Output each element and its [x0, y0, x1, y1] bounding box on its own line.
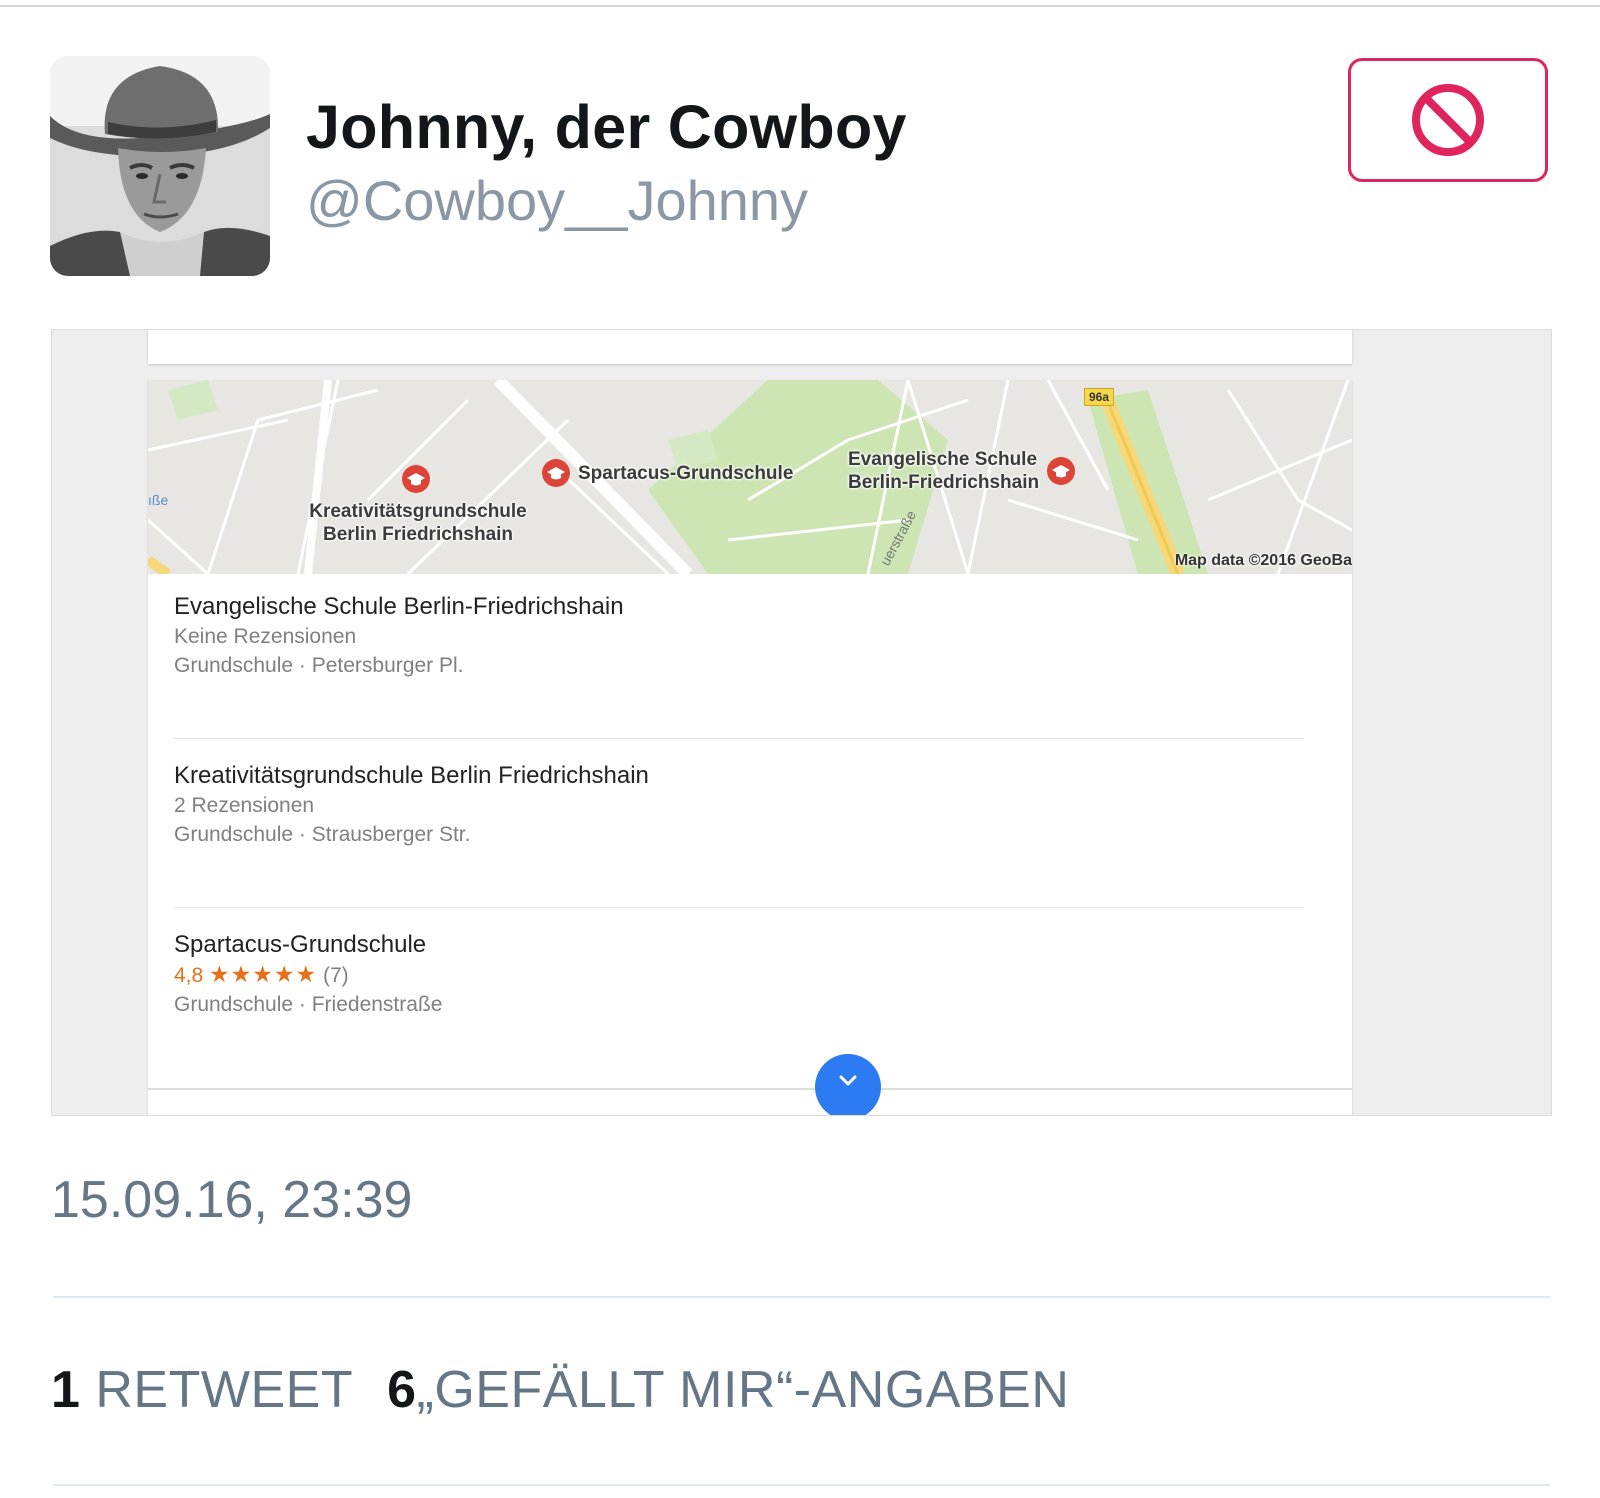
map-street-label-edge: ıße: [148, 492, 169, 508]
likes-count-link[interactable]: 6„GEFÄLLT MIR“-ANGABEN: [387, 1360, 1069, 1420]
tweet-media-image[interactable]: 96a ıße uerstraße Kreativitätsgrundschul…: [51, 329, 1552, 1116]
school-pin-icon[interactable]: [541, 458, 571, 488]
map-label-kreativ: Kreativitätsgrundschule Berlin Friedrich…: [309, 501, 527, 545]
school-pin-icon[interactable]: [1046, 456, 1076, 486]
retweet-count-link[interactable]: 1 RETWEET: [51, 1360, 353, 1420]
user-handle[interactable]: @Cowboy__Johnny: [306, 168, 808, 233]
map-label-evangelische: Evangelische Schule Berlin-Friedrichshai…: [848, 449, 1040, 493]
likes-label: „GEFÄLLT MIR“-ANGABEN: [416, 1361, 1070, 1419]
stats-bottom-divider: [53, 1484, 1550, 1486]
place-reviews: Keine Rezensionen: [174, 625, 357, 648]
retweet-label: RETWEET: [95, 1361, 354, 1419]
likes-count: 6: [387, 1361, 417, 1419]
map-attribution: Map data ©2016 GeoBa: [1174, 552, 1352, 569]
map-view[interactable]: 96a ıße uerstraße Kreativitätsgrundschul…: [148, 380, 1352, 574]
list-divider: [174, 738, 1304, 739]
block-icon: [1412, 84, 1484, 156]
rating-stars: ★★★★★: [209, 961, 318, 987]
place-name: Evangelische Schule Berlin-Friedrichshai…: [174, 593, 624, 620]
card-bottom-divider: [148, 1088, 1352, 1090]
tweet-stats: 1 RETWEET 6„GEFÄLLT MIR“-ANGABEN: [51, 1360, 1069, 1420]
rating-value: 4,8: [174, 964, 204, 987]
list-item[interactable]: Kreativitätsgrundschule Berlin Friedrich…: [174, 761, 1304, 849]
expand-more-button[interactable]: [815, 1054, 881, 1115]
list-divider: [174, 907, 1304, 908]
place-rating: 4,8 ★★★★★ (7): [174, 960, 1304, 990]
tweet-timestamp[interactable]: 15.09.16, 23:39: [51, 1170, 412, 1230]
place-details: Grundschule · Strausberger Str.: [174, 823, 471, 846]
card-top-edge: [148, 330, 1352, 364]
place-name: Spartacus-Grundschule: [174, 931, 427, 958]
place-reviews: 2 Rezensionen: [174, 794, 315, 817]
places-card: 96a ıße uerstraße Kreativitätsgrundschul…: [148, 380, 1352, 1115]
chevron-down-icon: [839, 1075, 857, 1086]
map-label-spartacus: Spartacus-Grundschule: [578, 463, 794, 484]
retweet-count: 1: [51, 1361, 81, 1419]
stats-top-divider: [53, 1296, 1550, 1298]
list-item[interactable]: Spartacus-Grundschule 4,8 ★★★★★ (7) Grun…: [174, 930, 1304, 1019]
school-pin-icon[interactable]: [401, 464, 431, 494]
place-name: Kreativitätsgrundschule Berlin Friedrich…: [174, 762, 649, 789]
top-divider: [0, 5, 1600, 7]
place-details: Grundschule · Petersburger Pl.: [174, 654, 464, 677]
route-badge: 96a: [1084, 388, 1115, 406]
avatar[interactable]: [50, 56, 270, 276]
place-details: Grundschule · Friedenstraße: [174, 993, 443, 1016]
block-button[interactable]: [1348, 58, 1548, 182]
rating-count: (7): [323, 964, 349, 987]
list-item[interactable]: Evangelische Schule Berlin-Friedrichshai…: [174, 592, 1304, 680]
display-name[interactable]: Johnny, der Cowboy: [306, 92, 907, 162]
